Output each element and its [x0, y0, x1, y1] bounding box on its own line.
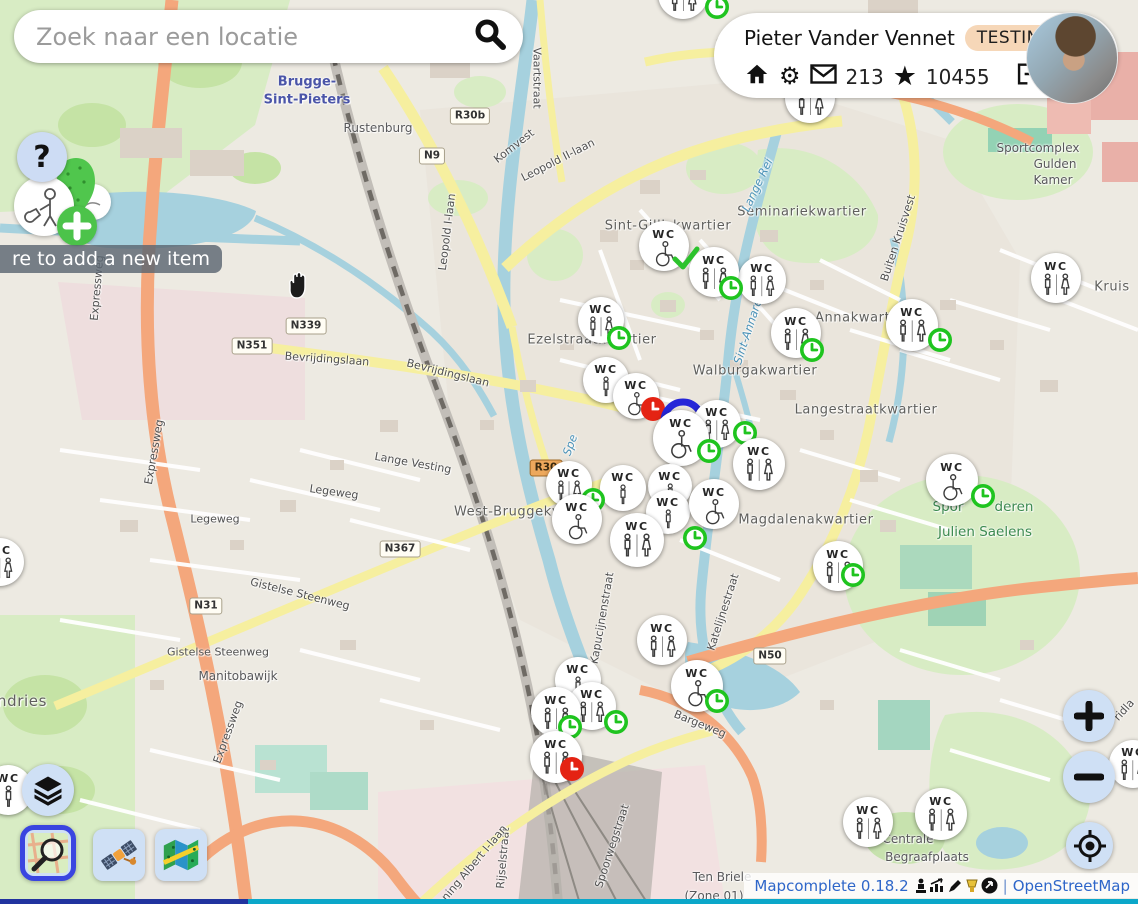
poi-marker-wheel[interactable]: WC: [653, 410, 709, 466]
hand-cursor-icon: [283, 270, 313, 307]
add-item-plus-button[interactable]: [57, 206, 97, 246]
award-icon: [964, 878, 980, 894]
bottom-bar-cyan: [248, 899, 1138, 904]
star-icon[interactable]: ★: [893, 63, 917, 90]
zoom-out-button[interactable]: [1063, 751, 1115, 803]
wc-label: WC: [589, 304, 612, 315]
wc-label: WC: [705, 407, 728, 418]
poi-marker-mf[interactable]: WC: [813, 541, 863, 591]
wc-label: WC: [747, 446, 770, 457]
wc-label: WC: [544, 695, 567, 706]
changeset-count: 10455: [926, 65, 990, 89]
attribution-separator: |: [1003, 877, 1008, 895]
basemap-style-satellite-button[interactable]: [93, 829, 145, 881]
poi-marker-mf[interactable]: WC: [578, 297, 624, 343]
poi-marker-mf[interactable]: WC: [915, 788, 967, 840]
wc-label: WC: [0, 773, 20, 784]
minus-icon: [1074, 762, 1104, 792]
geolocate-button[interactable]: [1066, 822, 1113, 869]
poi-marker-wheel[interactable]: WC: [689, 479, 739, 529]
search-input[interactable]: [34, 22, 473, 52]
clock-green-badge: [682, 525, 709, 552]
attribution-icons: [914, 877, 998, 894]
poi-marker-mf[interactable]: WC: [843, 797, 893, 847]
poi-marker-mf[interactable]: WC: [0, 538, 24, 586]
wc-label: WC: [650, 623, 673, 634]
basemap-style-osm-button[interactable]: [20, 825, 76, 881]
poi-layer: WC WC WC WC: [0, 0, 1138, 904]
search-bar: [14, 10, 523, 63]
avatar[interactable]: [1026, 12, 1118, 104]
add-item-tooltip: re to add a new item: [0, 245, 222, 273]
tooltip-text: re to add a new item: [12, 248, 210, 270]
openstreetmap-link[interactable]: OpenStreetMap: [1013, 877, 1130, 895]
wc-label: WC: [856, 805, 879, 816]
poi-marker-mf[interactable]: WC: [658, 0, 708, 19]
wc-label: WC: [669, 418, 692, 429]
wc-label: WC: [625, 521, 648, 532]
poi-marker-male[interactable]: WC: [600, 465, 646, 511]
wc-label: WC: [826, 549, 849, 560]
bottom-bar-navy: [0, 899, 248, 904]
search-icon[interactable]: [473, 17, 507, 56]
clock-green-badge: [704, 0, 731, 21]
basemap-style-map-button[interactable]: [155, 829, 207, 881]
wc-label: WC: [594, 364, 617, 375]
pencil-icon: [947, 878, 963, 894]
share-arrow-icon: [981, 877, 998, 894]
poi-marker-wheel[interactable]: WC: [552, 494, 602, 544]
wc-label: WC: [557, 468, 580, 479]
poi-marker-mf[interactable]: WC: [1031, 253, 1081, 303]
wc-label: WC: [566, 664, 589, 675]
wc-label: WC: [652, 229, 675, 240]
poi-marker-mf[interactable]: WC: [531, 687, 581, 737]
user-name: Pieter Vander Vennet: [744, 26, 955, 50]
layers-button[interactable]: [22, 764, 74, 816]
wc-label: WC: [658, 471, 681, 482]
statue-icon: [914, 878, 928, 894]
wc-label: WC: [685, 668, 708, 679]
wc-label: WC: [784, 316, 807, 327]
zoom-in-button[interactable]: [1063, 690, 1115, 742]
wc-label: WC: [750, 263, 773, 274]
poi-marker-wheel[interactable]: WC: [613, 373, 659, 419]
home-icon[interactable]: [744, 61, 770, 92]
help-button[interactable]: ?: [17, 132, 67, 182]
messages-count: 213: [846, 65, 884, 89]
stats-chart-icon: [929, 878, 946, 894]
wc-label: WC: [940, 462, 963, 473]
wc-label: WC: [580, 689, 603, 700]
messages-icon[interactable]: [810, 64, 837, 89]
mapcomplete-version-link[interactable]: Mapcomplete 0.18.2: [754, 877, 908, 895]
poi-marker-mf[interactable]: WC: [610, 513, 664, 567]
wc-label: WC: [0, 545, 12, 556]
poi-marker-mf[interactable]: WC: [689, 247, 739, 297]
poi-marker-mf[interactable]: WC: [637, 615, 687, 665]
poi-marker-wheel[interactable]: WC: [671, 660, 723, 712]
wc-label: WC: [1121, 747, 1138, 758]
wc-label: WC: [702, 487, 725, 498]
crosshair-icon: [1073, 829, 1107, 863]
wc-label: WC: [624, 380, 647, 391]
clock-green-badge: [970, 483, 997, 510]
poi-marker-mf[interactable]: WC: [738, 256, 786, 304]
wc-label: WC: [702, 255, 725, 266]
poi-marker-mf[interactable]: WC: [733, 438, 785, 490]
wc-label: WC: [1044, 261, 1067, 272]
plus-icon: [1074, 701, 1104, 731]
map-stage: Brugge-Sint-PietersRustenburgVaartstraat…: [0, 0, 1138, 904]
poi-marker-mf[interactable]: WC: [530, 731, 582, 783]
wc-label: WC: [900, 307, 923, 318]
wc-label: WC: [565, 502, 588, 513]
poi-marker-wheel[interactable]: WC: [639, 221, 689, 271]
poi-marker-mf[interactable]: WC: [886, 299, 938, 351]
wc-label: WC: [929, 796, 952, 807]
wc-label: WC: [544, 739, 567, 750]
attribution-bar: Mapcomplete 0.18.2 | OpenStreetMap: [744, 873, 1138, 898]
settings-gear-icon[interactable]: ⚙: [779, 65, 801, 89]
wc-label: WC: [611, 472, 634, 483]
poi-marker-mf[interactable]: WC: [771, 308, 821, 358]
wc-label: WC: [656, 497, 679, 508]
poi-marker-wheel[interactable]: WC: [926, 454, 978, 506]
